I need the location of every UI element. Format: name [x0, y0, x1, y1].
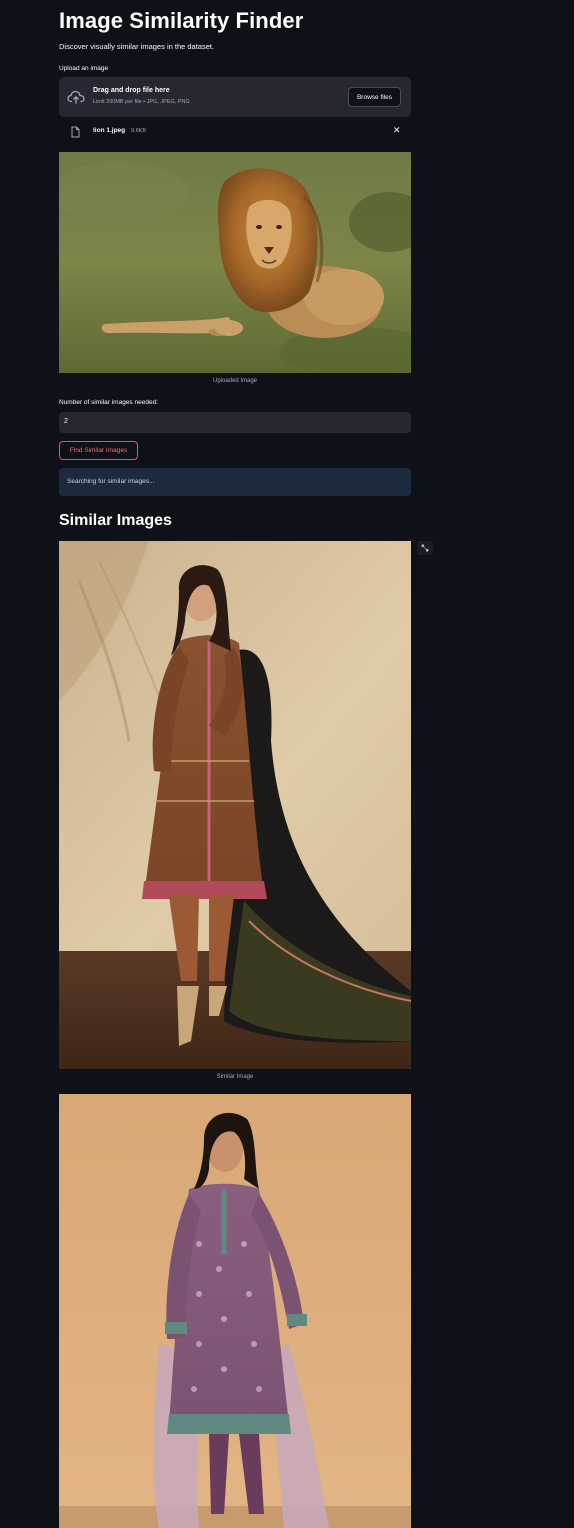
similar-image-1 [59, 541, 411, 1069]
uploaded-image-caption: Uploaded Image [212, 378, 258, 384]
uploaded-image [59, 152, 411, 373]
count-label: Number of similar images needed: [59, 399, 158, 406]
uploaded-file-row: lion 1.jpeg 9.6KB ✕ [59, 121, 411, 141]
upload-label: Upload an image [59, 65, 109, 72]
file-dropzone[interactable]: Drag and drop file here Limit 200MB per … [59, 77, 411, 117]
similar-count-input[interactable]: 2 [59, 412, 411, 433]
app-page: Image Similarity Finder Discover visuall… [0, 0, 574, 1528]
uploaded-file-name: lion 1.jpeg [93, 127, 126, 134]
browse-files-button[interactable]: Browse files [348, 87, 401, 107]
find-similar-images-button[interactable]: Find Similar Images [59, 441, 138, 460]
expand-icon[interactable] [417, 541, 433, 555]
page-subtitle: Discover visually similar images in the … [59, 42, 215, 51]
close-icon[interactable]: ✕ [393, 125, 401, 135]
dropzone-limit-text: Limit 200MB per file • JPG, JPEG, PNG [93, 99, 190, 105]
file-icon [71, 125, 80, 138]
cloud-upload-icon [67, 89, 85, 105]
similar-image-caption: Similar Image [216, 1074, 254, 1080]
similar-image-2 [59, 1094, 411, 1528]
page-title: Image Similarity Finder [59, 8, 304, 33]
uploaded-file-size: 9.6KB [131, 127, 146, 134]
dropzone-instructions: Drag and drop file here [93, 87, 170, 94]
status-info-box: Searching for similar images... [59, 468, 411, 496]
status-text: Searching for similar images... [67, 478, 155, 485]
results-title: Similar Images [59, 512, 172, 529]
similar-count-value: 2 [64, 418, 68, 425]
